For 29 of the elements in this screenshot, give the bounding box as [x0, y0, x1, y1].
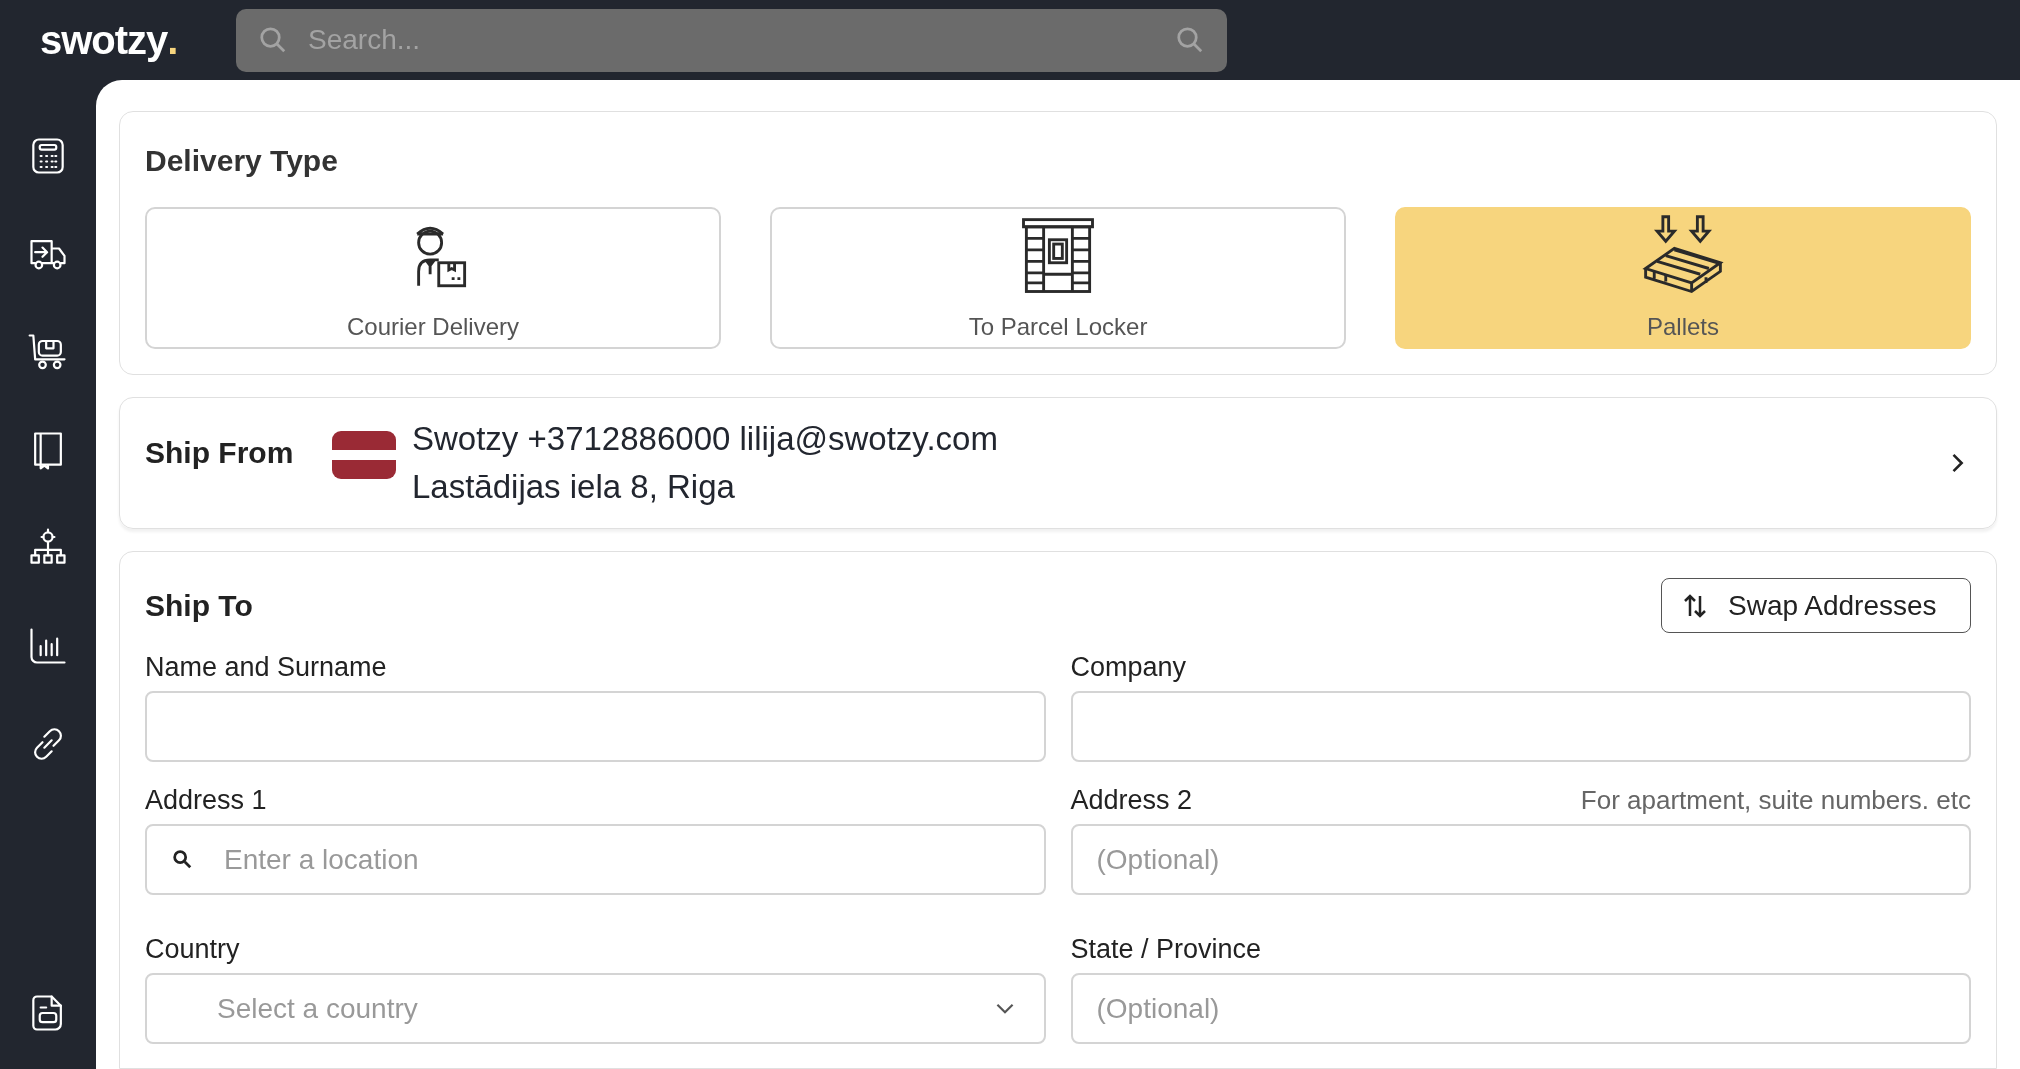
field-label: Company	[1070, 651, 1187, 684]
delivery-option[interactable]: Courier Delivery	[145, 207, 721, 349]
search-icon	[258, 24, 288, 55]
input-field[interactable]	[1070, 691, 1971, 762]
section-title: Delivery Type	[145, 144, 339, 178]
logo-dot: .	[167, 17, 179, 64]
delivery-option[interactable]: Pallets	[1395, 207, 1971, 349]
field-label: Address 2	[1070, 784, 1193, 817]
search-field[interactable]: Search...	[236, 8, 1227, 72]
country-dropdown[interactable]: Select a country	[145, 973, 1046, 1044]
input-field[interactable]	[145, 691, 1046, 762]
address-search-field[interactable]: Enter a location	[145, 824, 1046, 895]
field-label: Country	[145, 933, 240, 966]
sender-address: Lastādijas iela 8, Riga	[412, 467, 736, 507]
section-title: Ship From	[145, 435, 295, 471]
sender-contact: Swotzy +3712886000 lilija@swotzy.com	[412, 419, 999, 459]
latvia-flag-icon	[332, 431, 396, 479]
section-title: Ship To	[145, 588, 253, 624]
field-label: State / Province	[1070, 933, 1262, 966]
swap-addresses-button[interactable]: Swap Addresses	[1661, 578, 1971, 633]
input-field[interactable]: (Optional)	[1070, 824, 1971, 895]
field-label: Name and Surname	[145, 651, 387, 684]
input-field[interactable]: (Optional)	[1070, 973, 1971, 1044]
logo-text: swotzy	[40, 17, 168, 64]
search-icon	[171, 848, 193, 870]
field-hint: For apartment, suite numbers. etc	[1580, 784, 1971, 817]
delivery-option[interactable]: To Parcel Locker	[770, 207, 1346, 349]
ship-from-card[interactable]: Ship From Swotzy +3712886000 lilija@swotzy.com Lastādijas iela 8, Riga	[119, 397, 1997, 529]
field-label: Address 1	[145, 784, 267, 817]
